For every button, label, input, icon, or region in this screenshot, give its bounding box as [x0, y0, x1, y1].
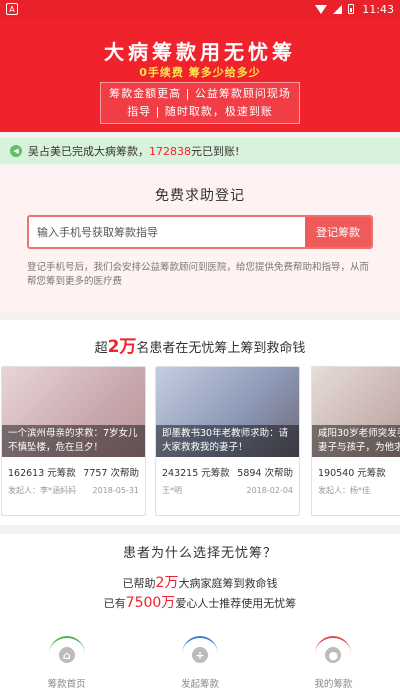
- notice-prefix: 吴占美已完成大病筹款，: [28, 145, 149, 158]
- story-date: 2018-05-31: [92, 486, 140, 495]
- signal-icon: [333, 4, 343, 14]
- story-amount: 162613 元筹款: [8, 468, 76, 479]
- bottom-tabbar: ⌂ 筹款首页 + 发起筹款 ● 我的筹款: [0, 630, 400, 690]
- story-caption: 即墨教书30年老教师求助：请大家救救我的妻子！: [156, 425, 299, 457]
- hero-title: 大病筹款用无忧筹: [104, 40, 296, 64]
- story-initiator: 发起人：李*涵妈妈: [8, 486, 76, 495]
- status-bar: A 11:43: [0, 0, 400, 18]
- register-form: 登记筹款: [27, 215, 373, 249]
- story-date: 2018-02-04: [246, 486, 294, 495]
- why-stat-families: 已帮助2万大病家庭筹到救命钱: [122, 575, 278, 591]
- story-initiator: 发起人：杨*佳: [318, 486, 370, 495]
- battery-icon: [348, 4, 355, 14]
- story-caption: 一个滨州母亲的求救：7岁女儿不慎坠楼，危在旦夕！: [2, 425, 145, 457]
- stories-title: 超2万名患者在无忧筹上筹到救命钱: [94, 337, 306, 357]
- story-card[interactable]: 即墨教书30年老教师求助：请大家救救我的妻子！ 243215 元筹款 5894 …: [155, 366, 300, 516]
- hero-banner: 大病筹款用无忧筹 0手续费 筹多少给多少 筹款金额更高 | 公益筹款顾问现场 指…: [0, 18, 400, 132]
- hero-feature-line: 筹款金额更高 | 公益筹款顾问现场: [109, 87, 291, 100]
- story-cards[interactable]: 一个滨州母亲的求救：7岁女儿不慎坠楼，危在旦夕！ 162613 元筹款 7757…: [0, 366, 400, 516]
- wifi-icon: [315, 4, 328, 14]
- story-helps: 7757 次帮助: [83, 468, 139, 479]
- home-icon: ⌂: [48, 636, 85, 672]
- notice-suffix: 元已到账!: [191, 145, 240, 158]
- stories-title-number: 2万: [107, 337, 137, 357]
- user-icon: ●: [315, 636, 352, 672]
- notice-amount: 172838: [149, 144, 191, 158]
- why-stat-recommenders: 已有7500万爱心人士推荐使用无忧筹: [103, 595, 297, 611]
- tab-label: 我的筹款: [314, 679, 353, 690]
- register-section: 免费求助登记 登记筹款 登记手机号后，我们会安排公益筹款顾问到医院，给您提供免费…: [0, 165, 400, 313]
- story-caption: 咸阳30岁老师突发手术，护士妻子与孩子，为他求助: [312, 425, 400, 457]
- tab-label: 发起筹款: [180, 679, 219, 690]
- tab-home[interactable]: ⌂ 筹款首页: [0, 630, 133, 690]
- register-button[interactable]: 登记筹款: [305, 217, 371, 247]
- notification-icon: A: [6, 3, 18, 15]
- tab-label: 筹款首页: [47, 679, 86, 690]
- hero-features: 筹款金额更高 | 公益筹款顾问现场 指导 | 随时取款，极速到账: [100, 82, 300, 124]
- register-title: 免费求助登记: [155, 188, 245, 204]
- register-description: 登记手机号后，我们会安排公益筹款顾问到医院，给您提供免费帮助和指导，从而帮您筹到…: [27, 262, 370, 287]
- story-card[interactable]: 一个滨州母亲的求救：7岁女儿不慎坠楼，危在旦夕！ 162613 元筹款 7757…: [1, 366, 146, 516]
- add-icon: +: [181, 636, 218, 672]
- success-notice: ◀ 吴占美已完成大病筹款， 172838 元已到账!: [0, 138, 400, 164]
- why-title: 患者为什么选择无忧筹？: [122, 546, 277, 561]
- story-amount: 243215 元筹款: [162, 468, 230, 479]
- why-section: 患者为什么选择无忧筹？ 已帮助2万大病家庭筹到救命钱 已有7500万爱心人士推荐…: [0, 534, 400, 630]
- status-time: 11:43: [362, 2, 394, 16]
- story-amount: 190540 元筹款: [318, 468, 386, 479]
- tab-start-fundraising[interactable]: + 发起筹款: [133, 630, 266, 690]
- hero-feature-line: 指导 | 随时取款，极速到账: [127, 105, 273, 118]
- hero-subtitle: 0手续费 筹多少给多少: [139, 66, 261, 79]
- phone-input[interactable]: [29, 217, 305, 247]
- story-initiator: 王*明: [162, 486, 182, 495]
- story-card[interactable]: 咸阳30岁老师突发手术，护士妻子与孩子，为他求助 190540 元筹款 发起人：…: [311, 366, 400, 516]
- tab-my-fundraising[interactable]: ● 我的筹款: [267, 630, 400, 690]
- story-helps: 5894 次帮助: [237, 468, 293, 479]
- success-stories: 超2万名患者在无忧筹上筹到救命钱 一个滨州母亲的求救：7岁女儿不慎坠楼，危在旦夕…: [0, 320, 400, 525]
- speaker-icon: ◀: [10, 145, 22, 157]
